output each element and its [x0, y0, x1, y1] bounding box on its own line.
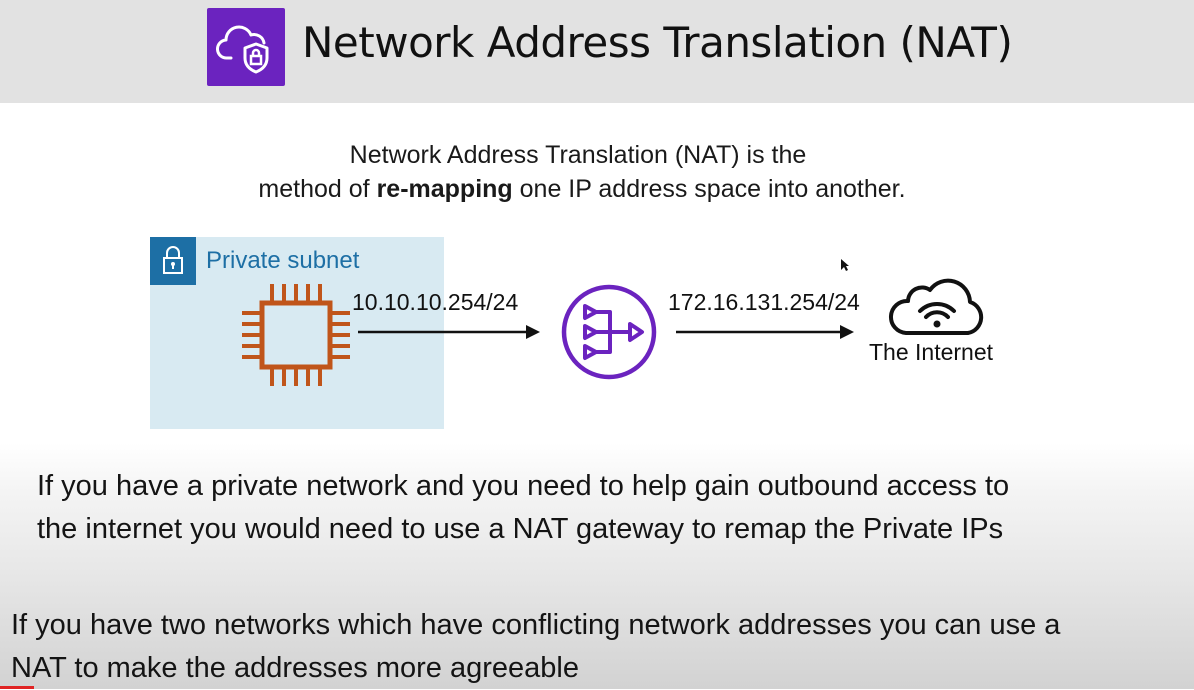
public-ip-label: 172.16.131.254/24	[668, 289, 860, 315]
cloud-shield-icon	[207, 8, 285, 86]
intro-line-1: Network Address Translation (NAT) is the	[349, 141, 807, 169]
private-ip-label: 10.10.10.254/24	[352, 289, 519, 315]
intro-suffix: one IP address space into another.	[512, 175, 906, 203]
arrow-to-nat	[358, 325, 540, 339]
subnet-label: Private subnet	[206, 247, 360, 274]
arrow-to-internet	[676, 325, 854, 339]
page-title: Network Address Translation (NAT)	[302, 18, 1013, 67]
bullet-1-line-1: If you have a private network and you ne…	[37, 470, 1010, 502]
ec2-instance-icon	[242, 284, 350, 386]
bullet-2-line-2: NAT to make the addresses more agreeable	[11, 652, 579, 684]
bullet-1-line-2: the internet you would need to use a NAT…	[37, 513, 1004, 545]
lock-icon	[150, 237, 196, 285]
internet-cloud-icon	[889, 278, 984, 335]
mouse-cursor-icon	[841, 259, 849, 271]
nat-gateway-icon	[561, 284, 657, 380]
intro-emphasis: re-mapping	[376, 175, 513, 203]
internet-label: The Internet	[869, 339, 994, 365]
bullet-conflicting-networks: If you have two networks which have conf…	[11, 604, 1060, 690]
intro-prefix: method of	[258, 175, 377, 203]
bullet-private-network: If you have a private network and you ne…	[37, 465, 1009, 551]
bullet-2-line-1: If you have two networks which have conf…	[11, 609, 1061, 641]
intro-line-2: method of re-mapping one IP address spac…	[0, 172, 1179, 206]
